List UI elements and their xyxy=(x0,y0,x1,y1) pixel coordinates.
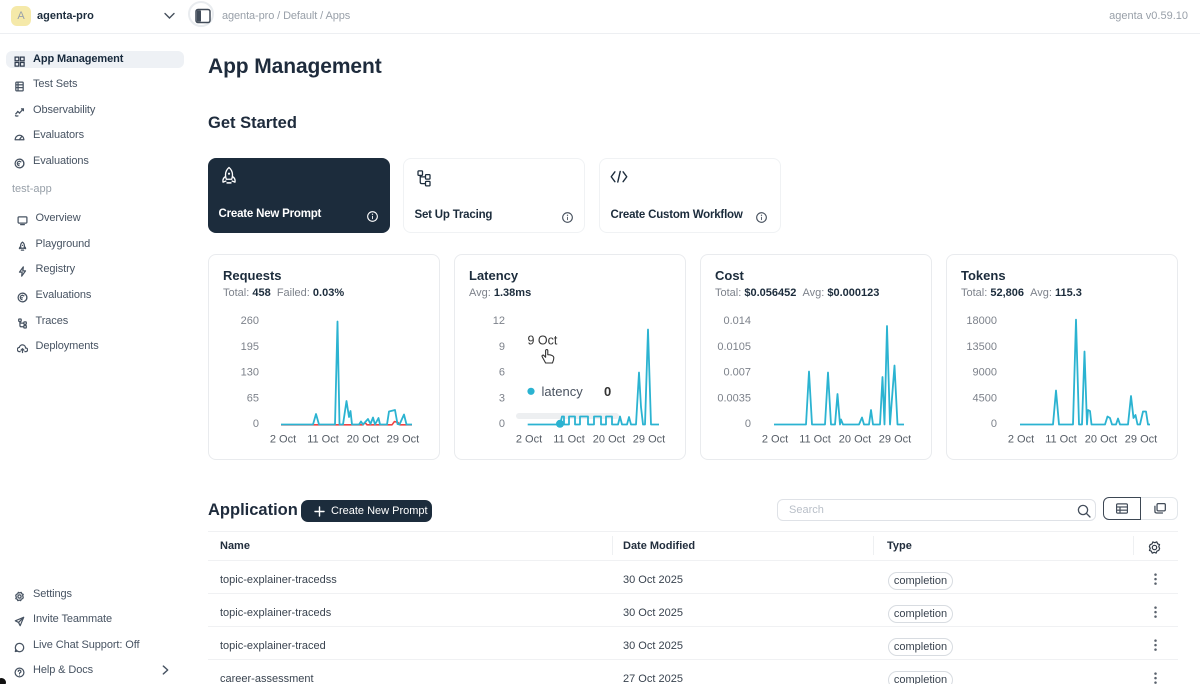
svg-text:11 Oct: 11 Oct xyxy=(553,434,585,446)
svg-text:6: 6 xyxy=(499,367,505,379)
svg-text:0: 0 xyxy=(991,418,997,430)
svg-text:11 Oct: 11 Oct xyxy=(1045,434,1077,446)
svg-text:11 Oct: 11 Oct xyxy=(799,434,831,446)
svg-text:20 Oct: 20 Oct xyxy=(593,434,625,446)
svg-text:2 Oct: 2 Oct xyxy=(762,434,788,446)
svg-text:195: 195 xyxy=(241,341,259,353)
svg-text:11 Oct: 11 Oct xyxy=(307,434,339,446)
svg-text:0.014: 0.014 xyxy=(723,315,751,327)
svg-text:20 Oct: 20 Oct xyxy=(1085,434,1117,446)
svg-text:2 Oct: 2 Oct xyxy=(270,434,296,446)
svg-text:0.0035: 0.0035 xyxy=(717,392,751,404)
svg-text:9: 9 xyxy=(499,341,505,353)
svg-text:0: 0 xyxy=(604,384,611,399)
svg-text:9000: 9000 xyxy=(973,367,997,379)
svg-text:260: 260 xyxy=(241,315,259,327)
svg-text:0: 0 xyxy=(499,418,505,430)
svg-text:29 Oct: 29 Oct xyxy=(633,434,665,446)
svg-text:29 Oct: 29 Oct xyxy=(387,434,419,446)
svg-text:9 Oct: 9 Oct xyxy=(528,334,558,348)
svg-text:20 Oct: 20 Oct xyxy=(347,434,379,446)
svg-text:12: 12 xyxy=(493,315,505,327)
svg-text:65: 65 xyxy=(247,392,259,404)
svg-text:0: 0 xyxy=(253,418,259,430)
svg-text:20 Oct: 20 Oct xyxy=(839,434,871,446)
svg-text:latency: latency xyxy=(542,384,584,399)
svg-text:29 Oct: 29 Oct xyxy=(879,434,911,446)
svg-text:18000: 18000 xyxy=(966,315,997,327)
svg-text:3: 3 xyxy=(499,392,505,404)
svg-text:2 Oct: 2 Oct xyxy=(1008,434,1034,446)
svg-text:4500: 4500 xyxy=(973,392,997,404)
svg-text:130: 130 xyxy=(241,367,259,379)
svg-text:2 Oct: 2 Oct xyxy=(516,434,542,446)
svg-text:0: 0 xyxy=(745,418,751,430)
svg-text:29 Oct: 29 Oct xyxy=(1125,434,1157,446)
svg-text:13500: 13500 xyxy=(966,341,997,353)
svg-text:0.007: 0.007 xyxy=(723,367,751,379)
svg-text:0.0105: 0.0105 xyxy=(717,341,751,353)
